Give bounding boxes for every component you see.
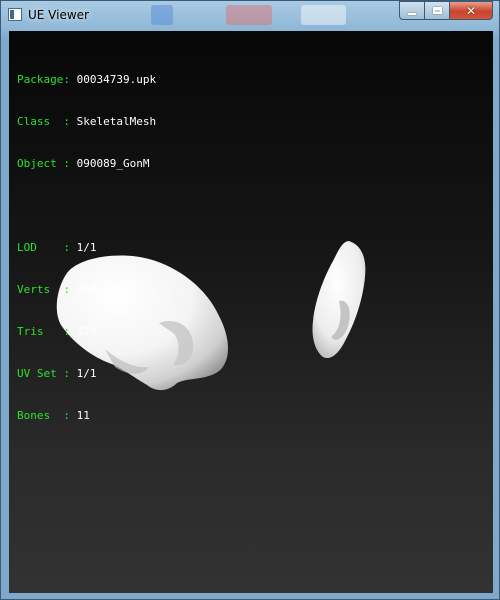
maximize-button[interactable] xyxy=(425,1,450,20)
background-blur xyxy=(301,5,346,25)
info-row-lod: LOD : 1/1 xyxy=(17,241,97,254)
maximize-icon xyxy=(432,7,442,14)
caption-buttons: ✕ xyxy=(399,1,493,21)
close-button[interactable]: ✕ xyxy=(450,1,493,20)
background-blur xyxy=(151,5,173,25)
minimize-button[interactable] xyxy=(399,1,425,20)
info-row-bones: Bones : 11 xyxy=(17,409,90,422)
background-blur xyxy=(226,5,272,25)
info-row-verts: Verts : 264 xyxy=(17,283,97,296)
info-row-package: Package: 00034739.upk xyxy=(17,73,157,86)
mesh-info-overlay: Package: 00034739.upk Class : SkeletalMe… xyxy=(17,45,156,451)
info-row-class: Class : SkeletalMesh xyxy=(17,115,157,128)
title-bar[interactable]: UE Viewer ✕ xyxy=(1,1,499,31)
window-title: UE Viewer xyxy=(28,8,89,22)
minimize-icon xyxy=(408,12,416,15)
mesh-part-right xyxy=(312,241,366,359)
app-window: UE Viewer ✕ Package: 00034739.upk Class … xyxy=(0,0,500,600)
info-row-tris: Tris : 428 xyxy=(17,325,97,338)
3d-viewport[interactable]: Package: 00034739.upk Class : SkeletalMe… xyxy=(9,31,493,593)
info-row-uvset: UV Set : 1/1 xyxy=(17,367,97,380)
app-icon[interactable] xyxy=(8,8,22,21)
close-icon: ✕ xyxy=(465,3,477,18)
info-row-object: Object : 090089_GonM xyxy=(17,157,150,170)
